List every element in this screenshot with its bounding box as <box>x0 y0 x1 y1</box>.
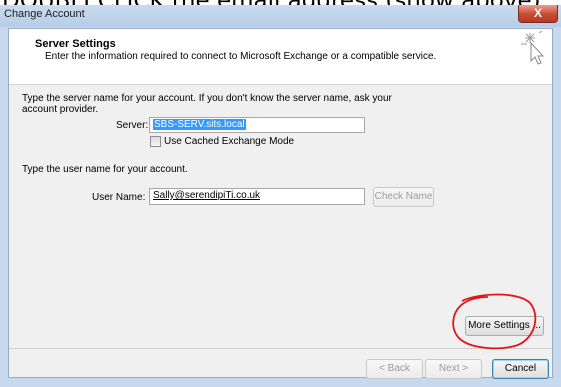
user-name-value: Sally@serendipiTi.co.uk <box>153 190 261 201</box>
server-label: Server: <box>116 120 149 131</box>
footer-divider <box>9 348 552 349</box>
header-title: Server Settings <box>35 38 116 50</box>
user-instruction: Type the user name for your account. <box>22 164 188 175</box>
cached-mode-label: Use Cached Exchange Mode <box>164 136 295 147</box>
check-name-button[interactable]: Check Name <box>373 187 434 207</box>
cancel-button[interactable]: Cancel <box>492 359 549 379</box>
server-value: SBS-SERV.sits.local <box>153 119 246 130</box>
server-instruction: Type the server name for your account. I… <box>22 93 392 104</box>
title-bar: Change Account X <box>0 5 561 28</box>
close-button[interactable]: X <box>518 5 558 23</box>
cursor-sparkle-icon <box>521 31 545 65</box>
next-button[interactable]: Next > <box>425 359 482 379</box>
window-frame: Server Settings Enter the information re… <box>0 27 561 387</box>
server-field[interactable]: SBS-SERV.sits.local <box>149 117 365 133</box>
user-name-field[interactable]: Sally@serendipiTi.co.uk <box>149 188 365 205</box>
server-instruction-cont: account provider. <box>22 104 99 115</box>
window-title: Change Account <box>4 8 85 20</box>
more-settings-button[interactable]: More Settings ... <box>465 316 544 336</box>
back-button[interactable]: < Back <box>366 359 423 379</box>
dialog-header: Server Settings Enter the information re… <box>9 29 552 85</box>
cached-mode-checkbox[interactable] <box>150 136 161 147</box>
dialog-body: Server Settings Enter the information re… <box>8 28 553 379</box>
user-name-label: User Name: <box>92 192 146 203</box>
close-icon: X <box>533 6 542 20</box>
header-subtitle: Enter the information required to connec… <box>45 51 437 62</box>
